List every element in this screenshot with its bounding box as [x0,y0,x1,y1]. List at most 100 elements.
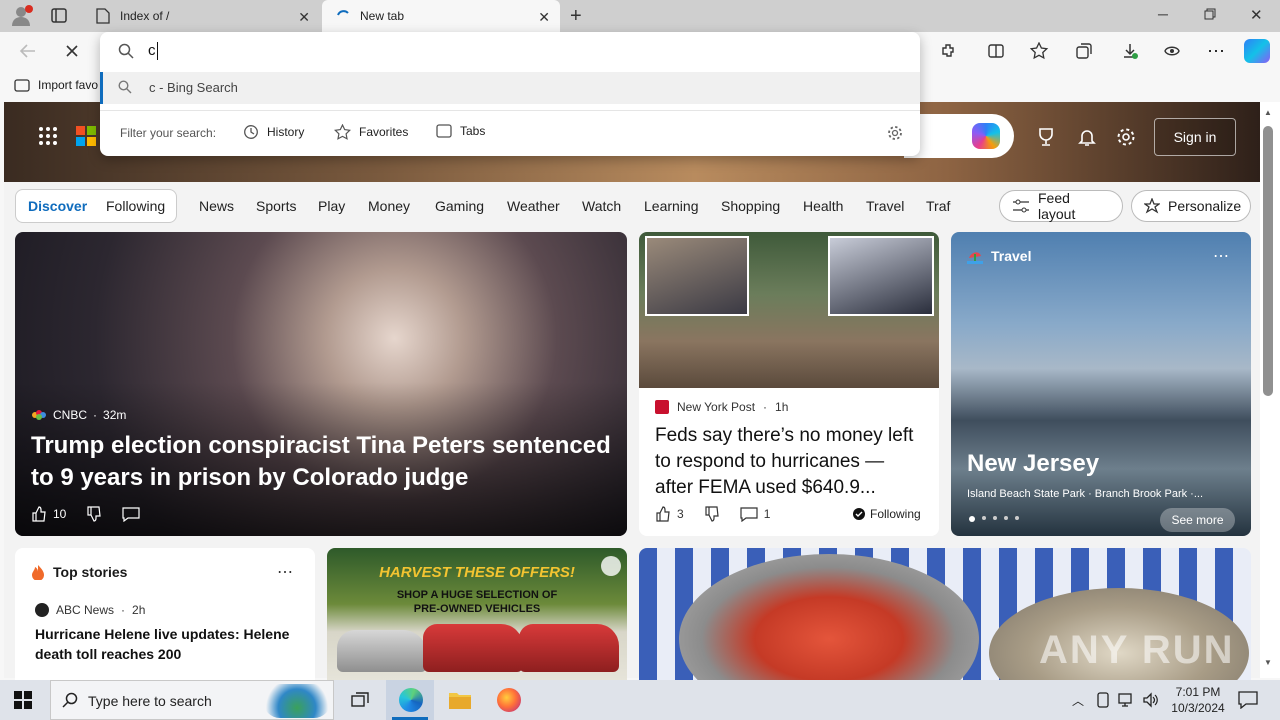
dot[interactable] [993,516,997,520]
chevron-up-icon[interactable]: ︿ [1072,692,1084,709]
tab-actions-icon[interactable] [50,7,70,25]
favorites-icon[interactable] [1028,39,1052,63]
dislike-icon[interactable] [704,506,720,522]
taskbar-search-box[interactable]: Type here to search [50,680,334,720]
apps-grid-icon[interactable] [38,126,58,146]
close-tab-icon[interactable]: ✕ [298,9,310,26]
rewards-icon[interactable] [1036,127,1056,147]
nav-traffic[interactable]: Traf [926,198,950,214]
suggestion-row[interactable]: c - Bing Search [100,72,920,104]
scroll-thumb[interactable] [1263,126,1273,396]
downloads-icon[interactable] [1118,39,1142,63]
tab-new-tab[interactable]: New tab ✕ [322,0,560,32]
close-tab-icon[interactable]: ✕ [538,9,550,26]
performance-icon[interactable] [1160,39,1184,63]
copilot-icon[interactable] [1244,39,1270,63]
address-bar[interactable]: c [100,32,920,70]
nav-play[interactable]: Play [318,198,345,214]
tab-discover[interactable]: Discover [28,198,87,214]
food-image-card[interactable]: ANY RUN [639,548,1251,688]
scroll-up-icon[interactable]: ▲ [1264,108,1272,117]
copilot-icon[interactable] [972,123,1000,149]
dot[interactable] [969,516,975,522]
top-story-headline[interactable]: Hurricane Helene live updates: Helene de… [35,624,297,664]
story-card[interactable]: New York Post · 1h Feds say there’s no m… [639,232,939,536]
inset-photo-right [828,236,934,316]
clock-time: 7:01 PM [1175,685,1221,699]
notification-center-icon[interactable] [1238,691,1258,709]
tab-following[interactable]: Following [106,198,165,214]
search-box-end[interactable] [904,114,1014,158]
top-stories-header: Top stories [31,564,127,580]
firefox-icon[interactable] [497,688,521,712]
edge-taskbar-button[interactable] [386,680,434,720]
more-options-icon[interactable]: ⋯ [277,562,293,582]
lead-story-card[interactable]: CNBC · 32m Trump election conspiracist T… [15,232,627,536]
restore-icon[interactable] [1204,8,1216,20]
nav-learning[interactable]: Learning [644,198,699,214]
settings-gear-icon[interactable] [887,125,903,141]
minimize-icon[interactable]: ─ [1158,6,1168,22]
nav-sports[interactable]: Sports [256,198,296,214]
nav-shopping[interactable]: Shopping [721,198,780,214]
dislike-icon[interactable] [86,506,102,522]
task-view-icon[interactable] [351,691,369,709]
windows-start-icon[interactable] [14,691,32,709]
following-badge[interactable]: Following [853,507,921,521]
nav-money[interactable]: Money [368,198,410,214]
filter-history-chip[interactable]: History [243,124,304,140]
source-name: CNBC [53,408,88,422]
filter-tabs-chip[interactable]: Tabs [436,124,485,138]
see-more-button[interactable]: See more [1160,508,1235,532]
nav-health[interactable]: Health [803,198,843,214]
comment-icon[interactable] [740,506,758,522]
ad-choices-icon[interactable] [601,556,621,576]
new-tab-icon[interactable]: + [570,5,582,28]
dot[interactable] [982,516,986,520]
tab-index[interactable]: Index of / ✕ [84,0,320,32]
volume-icon[interactable] [1142,692,1160,708]
nav-gaming[interactable]: Gaming [435,198,484,214]
travel-label: Travel [991,248,1032,264]
like-icon[interactable] [655,506,671,522]
travel-title[interactable]: New Jersey [967,450,1099,478]
import-favorites-button[interactable]: Import favo [14,78,98,92]
story-headline[interactable]: Feds say there’s no money left to respon… [655,423,927,503]
clock[interactable]: 7:01 PM 10/3/2024 [1166,684,1230,716]
ad-card[interactable]: HARVEST THESE OFFERS! SHOP A HUGE SELECT… [327,548,627,688]
like-icon[interactable] [31,506,47,522]
taskbar: Type here to search ︿ 7:01 PM 10/3/2024 [0,680,1280,720]
extensions-icon[interactable] [936,39,960,63]
close-window-icon[interactable]: ✕ [1250,6,1263,24]
feed-layout-button[interactable]: Feed layout [999,190,1123,222]
nav-weather[interactable]: Weather [507,198,560,214]
nav-news[interactable]: News [199,198,234,214]
dot[interactable] [1015,516,1019,520]
dot[interactable] [1004,516,1008,520]
tray-device-icon[interactable] [1096,692,1110,708]
more-options-icon[interactable]: ⋯ [1213,246,1229,266]
more-icon[interactable]: ⋯ [1204,39,1228,63]
nav-watch[interactable]: Watch [582,198,621,214]
collections-icon[interactable] [1072,39,1096,63]
lead-headline[interactable]: Trump election conspiracist Tina Peters … [31,430,616,494]
travel-card[interactable]: Travel ⋯ New Jersey Island Beach State P… [951,232,1251,536]
profile-icon[interactable] [10,4,34,28]
nav-travel[interactable]: Travel [866,198,904,214]
settings-gear-icon[interactable] [1116,127,1136,147]
notifications-icon[interactable] [1077,127,1097,147]
network-icon[interactable] [1118,692,1136,708]
filter-favorites-chip[interactable]: Favorites [334,124,408,140]
address-input[interactable]: c [148,42,156,59]
back-icon[interactable] [16,39,40,63]
stop-icon[interactable] [60,39,84,63]
scroll-down-icon[interactable]: ▼ [1264,658,1272,667]
story-age: 32m [103,408,127,422]
tab-title: Index of / [120,9,170,23]
split-screen-icon[interactable] [984,39,1008,63]
personalize-button[interactable]: Personalize [1131,190,1251,222]
comment-icon[interactable] [122,506,140,522]
sign-in-button[interactable]: Sign in [1154,118,1236,156]
address-bar-dropdown: c c - Bing Search Filter your search: Hi… [100,32,920,156]
file-explorer-icon[interactable] [448,689,472,711]
